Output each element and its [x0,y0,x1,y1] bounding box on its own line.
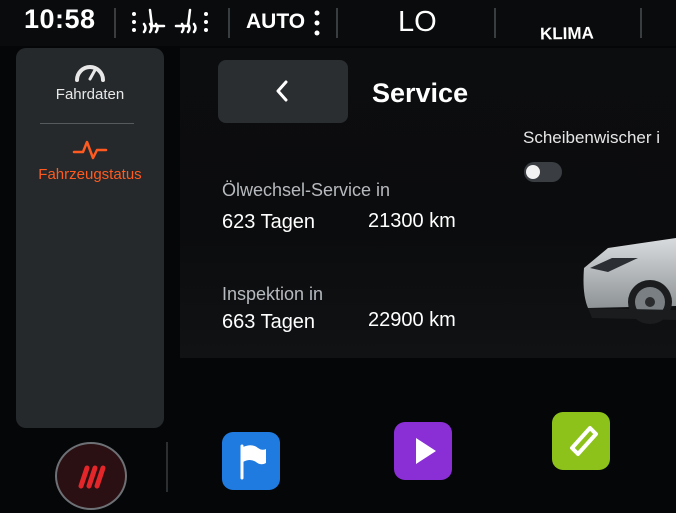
wiper-toggle[interactable] [524,162,562,182]
media-play-icon [416,438,436,464]
sidebar-item-fahrzeugstatus[interactable]: Fahrzeugstatus [16,138,164,183]
sidebar-item-fahrdaten[interactable]: Fahrdaten [16,62,164,103]
gauge-icon [75,65,105,82]
status-separator [114,8,116,38]
media-app-button[interactable] [394,422,452,480]
drive-mode-button[interactable] [55,442,127,510]
climate-button[interactable]: KLIMA [540,24,594,45]
chevron-left-icon [276,80,288,102]
status-separator [336,8,338,38]
navigation-flag-icon [240,444,266,480]
sidebar-divider [40,123,134,124]
wiper-setting-label: Scheibenwischer i [523,128,661,147]
more-dots-icon [314,10,320,36]
inspection-label: Inspektion in [222,284,324,304]
sidebar-item-label: Fahrzeugstatus [38,166,142,183]
dock-separator [166,442,168,492]
oil-service-label: Ölwechsel-Service in [222,180,391,200]
inspection-days: 663 Tagen [222,311,316,333]
status-bar: 10:58 AUTO LO KLIMA [0,0,676,46]
toggle-knob [526,165,540,179]
status-separator [494,8,496,38]
temperature-display[interactable]: LO [398,6,437,39]
oil-service-km: 21300 km [368,210,456,232]
status-separator [228,8,230,38]
navigation-app-button[interactable] [222,432,280,490]
inspection-km: 22900 km [368,309,456,331]
drive-mode-icon [78,465,106,489]
climate-auto-button[interactable]: AUTO [246,10,305,34]
status-separator [640,8,642,38]
back-button[interactable] [218,60,348,123]
page-title: Service [372,78,469,108]
clock: 10:58 [24,4,96,34]
oil-service-days: 623 Tagen [222,211,316,233]
heartbeat-icon [72,140,108,160]
sidebar: Fahrdaten Fahrzeugstatus [16,48,164,428]
phone-icon [570,426,598,456]
car-image [583,238,676,324]
phone-app-button[interactable] [552,412,610,470]
sidebar-item-label: Fahrdaten [55,86,125,103]
seat-heating-icon[interactable] [130,6,210,38]
